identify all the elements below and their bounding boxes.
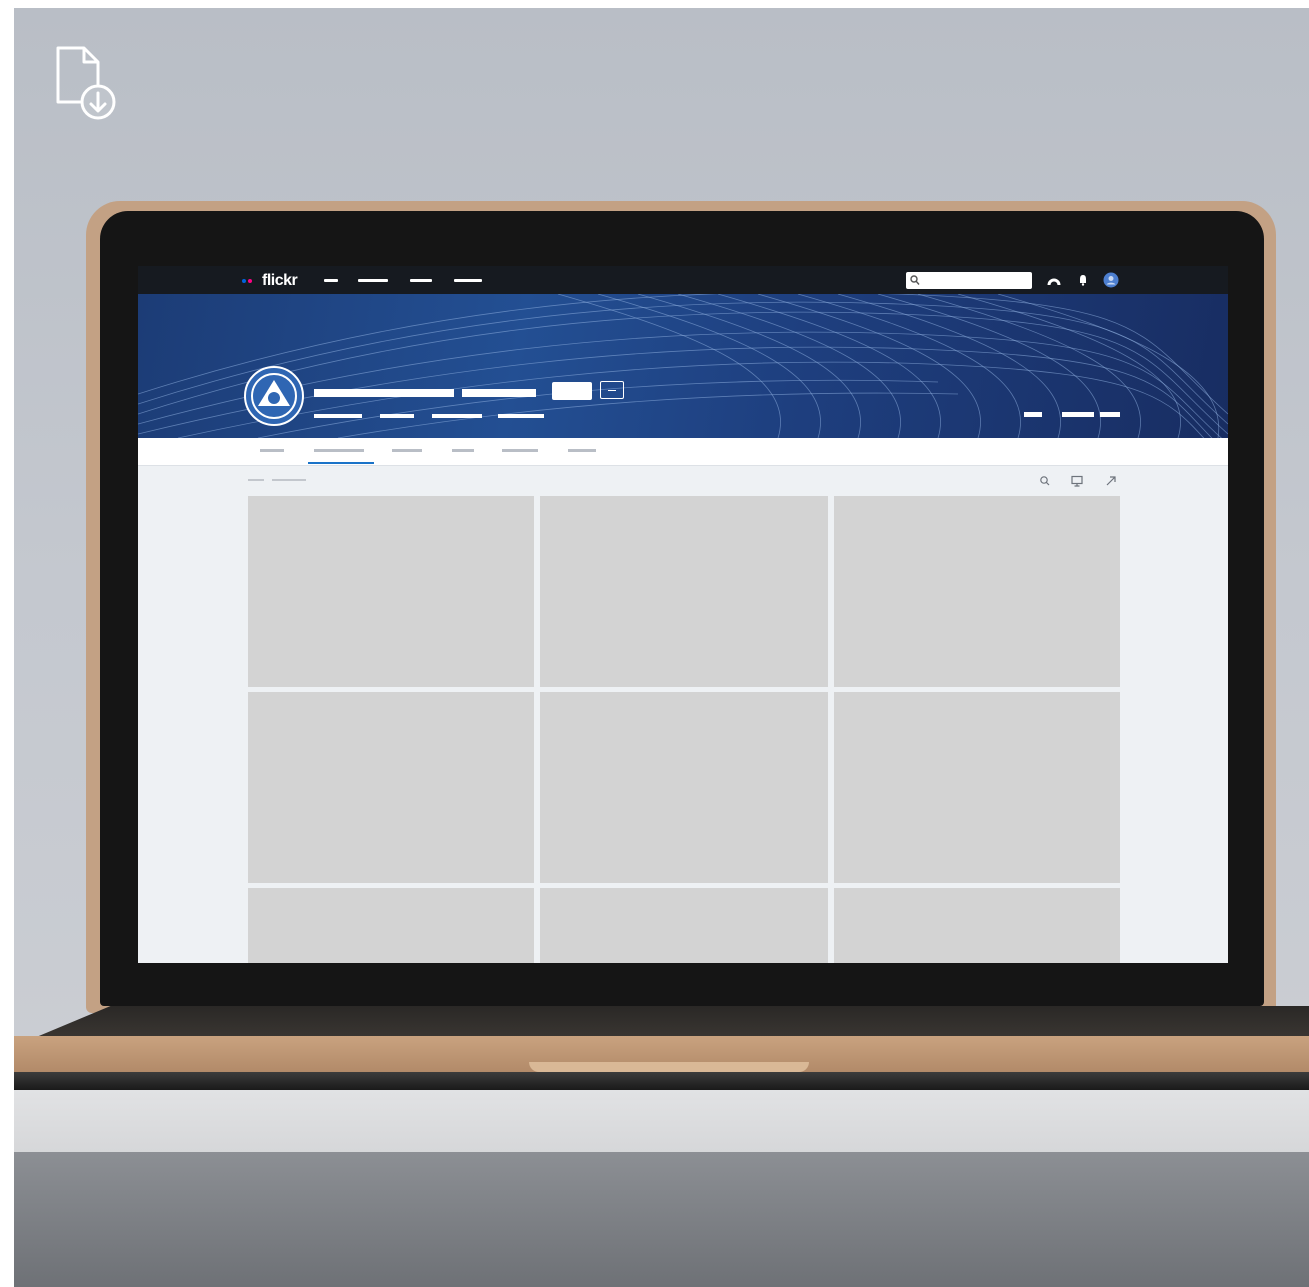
tab-5[interactable] [502, 449, 538, 452]
photo-tile[interactable] [834, 692, 1120, 883]
laptop-photo: flickr [14, 8, 1309, 1287]
keyboard [34, 1006, 1309, 1038]
breadcrumb-1[interactable] [248, 479, 264, 481]
table-front [14, 1152, 1309, 1287]
laptop-edge [14, 1072, 1309, 1090]
search-icon [910, 275, 920, 285]
photo-grid [248, 496, 1120, 963]
profile-meta-2 [380, 414, 414, 418]
photo-tile[interactable] [540, 692, 828, 883]
nav-item-1[interactable] [324, 279, 338, 282]
tab-6[interactable] [568, 449, 596, 452]
stat-1 [1024, 412, 1042, 417]
laptop-screen: flickr [138, 266, 1228, 963]
photo-tile[interactable] [248, 692, 534, 883]
nav-item-2[interactable] [358, 279, 388, 282]
profile-avatar[interactable] [244, 366, 304, 426]
slideshow-icon[interactable] [1070, 474, 1084, 488]
laptop-notch [529, 1062, 809, 1072]
upload-cloud-icon[interactable] [1046, 272, 1062, 288]
stat-3 [1100, 412, 1120, 417]
logo-dots [242, 279, 258, 283]
search-box[interactable] [906, 272, 1032, 289]
photo-tile[interactable] [248, 496, 534, 687]
share-icon[interactable] [1104, 474, 1118, 488]
photo-tile[interactable] [540, 496, 828, 687]
top-nav: flickr [138, 266, 1228, 294]
bell-icon[interactable] [1075, 272, 1091, 288]
tab-2[interactable] [314, 449, 364, 452]
nav-item-3[interactable] [410, 279, 432, 282]
tab-3[interactable] [392, 449, 422, 452]
laptop-base [14, 1006, 1309, 1090]
photo-tile[interactable] [834, 888, 1120, 963]
follow-button[interactable] [552, 382, 592, 400]
photo-tile[interactable] [540, 888, 828, 963]
table-surface [14, 1090, 1309, 1152]
profile-meta-3 [432, 414, 482, 418]
camera-aperture-icon [251, 373, 297, 419]
breadcrumb-2[interactable] [272, 479, 306, 481]
magnifier-icon[interactable] [1038, 474, 1052, 488]
profile-meta-4 [498, 414, 544, 418]
profile-tabs [138, 438, 1228, 466]
content-toolbar [138, 466, 1228, 494]
more-button[interactable] [600, 381, 624, 399]
search-input[interactable] [922, 272, 1028, 289]
photo-tile[interactable] [248, 888, 534, 963]
file-download-icon[interactable] [52, 44, 122, 124]
tab-4[interactable] [452, 449, 474, 452]
profile-username [462, 389, 536, 397]
tab-1[interactable] [260, 449, 284, 452]
profile-meta-1 [314, 414, 362, 418]
nav-item-4[interactable] [454, 279, 482, 282]
photo-tile[interactable] [834, 496, 1120, 687]
site-logo[interactable]: flickr [262, 272, 298, 290]
tab-active-indicator [308, 462, 374, 464]
stat-2 [1062, 412, 1094, 417]
profile-cover [138, 294, 1228, 438]
avatar[interactable] [1103, 272, 1119, 288]
profile-name [314, 389, 454, 397]
